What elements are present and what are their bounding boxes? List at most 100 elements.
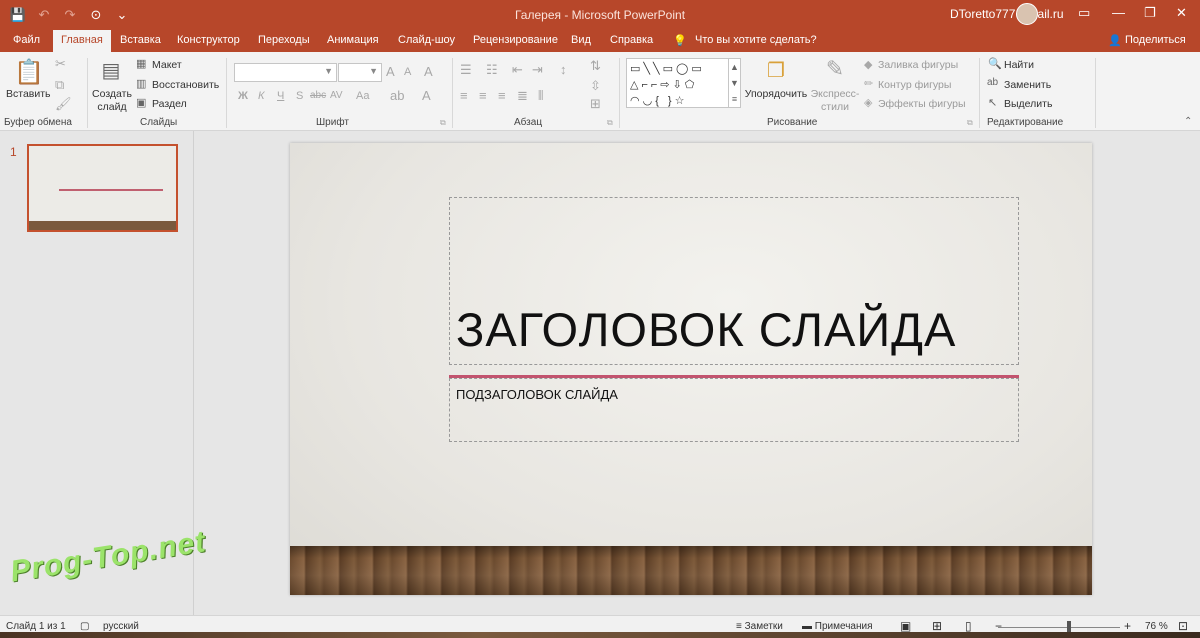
bold-icon[interactable]: Ж: [238, 90, 248, 102]
collapse-ribbon-icon[interactable]: ⌃: [1184, 116, 1192, 127]
subtitle-placeholder[interactable]: ПОДЗАГОЛОВОК СЛАЙДА: [449, 378, 1019, 442]
tab-file[interactable]: Файл: [13, 34, 40, 46]
tab-design[interactable]: Конструктор: [177, 34, 240, 46]
group-separator: [1095, 58, 1096, 128]
shapes-scroll-icon[interactable]: ▲ ▼ ≡: [728, 58, 741, 108]
language-indicator[interactable]: русский: [103, 621, 139, 632]
tab-home[interactable]: Главная: [53, 30, 111, 52]
line-spacing-icon[interactable]: ↕: [560, 62, 567, 77]
paste-icon[interactable]: 📋: [14, 58, 44, 87]
minimize-icon[interactable]: —: [1112, 5, 1125, 20]
drawing-dialog-launcher-icon[interactable]: ⧉: [967, 118, 973, 128]
change-case-icon[interactable]: Aa: [356, 90, 369, 102]
tab-insert[interactable]: Вставка: [120, 34, 161, 46]
close-icon[interactable]: ✕: [1176, 5, 1187, 21]
share-button[interactable]: Поделиться: [1125, 34, 1186, 46]
zoom-in-icon[interactable]: +: [1124, 619, 1131, 633]
font-name-combo[interactable]: ▼: [234, 63, 337, 82]
arrange-button[interactable]: Упорядочить: [744, 88, 808, 101]
shape-effects-button[interactable]: Эффекты фигуры: [878, 98, 966, 110]
shape-fill-button[interactable]: Заливка фигуры: [878, 59, 958, 71]
section-button[interactable]: Раздел: [152, 98, 187, 110]
avatar[interactable]: [1016, 3, 1038, 25]
shape-outline-button[interactable]: Контур фигуры: [878, 79, 951, 91]
justify-icon[interactable]: ≣: [517, 88, 528, 104]
title-placeholder[interactable]: ЗАГОЛОВОК СЛАЙДА: [449, 197, 1019, 365]
find-button[interactable]: Найти: [1004, 59, 1034, 71]
reset-button[interactable]: Восстановить: [152, 79, 219, 91]
paste-button[interactable]: Вставить: [6, 88, 51, 101]
slide-thumbnail[interactable]: [27, 144, 178, 232]
align-center-icon[interactable]: ≡: [479, 88, 487, 103]
tab-slideshow[interactable]: Слайд-шоу: [398, 34, 455, 46]
tab-animations[interactable]: Анимация: [327, 34, 379, 46]
tab-transitions[interactable]: Переходы: [258, 34, 310, 46]
slide-title[interactable]: ЗАГОЛОВОК СЛАЙДА: [456, 302, 956, 357]
replace-button[interactable]: Заменить: [1004, 79, 1051, 91]
text-direction-icon[interactable]: ⇅: [590, 58, 601, 74]
underline-icon[interactable]: Ч: [277, 90, 284, 102]
new-slide-icon[interactable]: ▤: [98, 58, 124, 83]
find-icon: 🔍: [988, 58, 1002, 70]
select-icon: ↖: [988, 97, 998, 109]
group-label-slides: Слайды: [140, 117, 178, 128]
tell-me-search[interactable]: Что вы хотите сделать?: [695, 34, 817, 46]
paragraph-dialog-launcher-icon[interactable]: ⧉: [607, 118, 613, 128]
group-label-clipboard: Буфер обмена: [4, 117, 72, 128]
tab-view[interactable]: Вид: [571, 34, 591, 46]
tab-review[interactable]: Рецензирование: [473, 34, 558, 46]
user-account[interactable]: DToretto777@mail.ru: [950, 7, 1064, 21]
shapes-gallery[interactable]: ▭╲╲▭◯▭ △⌐⌐⇨⇩⬠ ◠◡{ }☆: [626, 58, 741, 108]
reading-view-icon[interactable]: ▯: [965, 619, 972, 633]
align-text-icon[interactable]: ⇳: [590, 78, 601, 94]
group-separator: [87, 58, 88, 128]
title-bar: 💾 ↶ ↷ ⊙ ⌄ Галерея - Microsoft PowerPoint…: [0, 0, 1200, 30]
char-spacing-icon[interactable]: AV: [330, 90, 343, 101]
grow-font-icon[interactable]: A: [386, 64, 395, 79]
format-painter-icon[interactable]: 🖌: [55, 96, 72, 112]
normal-view-icon[interactable]: ▣: [900, 619, 911, 633]
increase-indent-icon[interactable]: ⇥: [532, 62, 543, 78]
strikethrough-icon[interactable]: abc: [310, 90, 326, 101]
quick-styles-icon[interactable]: ✎: [822, 56, 848, 82]
slide-canvas[interactable]: ЗАГОЛОВОК СЛАЙДА ПОДЗАГОЛОВОК СЛАЙДА: [290, 143, 1092, 595]
group-separator: [979, 58, 980, 128]
thumbnail-number: 1: [10, 145, 17, 159]
align-left-icon[interactable]: ≡: [460, 88, 468, 103]
new-slide-button[interactable]: Создать слайд: [90, 88, 134, 114]
zoom-out-icon[interactable]: −: [995, 619, 1002, 633]
align-right-icon[interactable]: ≡: [498, 88, 506, 103]
bullets-icon[interactable]: ☰: [460, 62, 472, 78]
slide-subtitle[interactable]: ПОДЗАГОЛОВОК СЛАЙДА: [456, 387, 618, 402]
decrease-indent-icon[interactable]: ⇤: [512, 62, 523, 78]
tab-help[interactable]: Справка: [610, 34, 653, 46]
font-size-combo[interactable]: ▼: [338, 63, 382, 82]
font-dialog-launcher-icon[interactable]: ⧉: [440, 118, 446, 128]
highlight-icon[interactable]: ab: [390, 88, 404, 103]
shadow-icon[interactable]: S: [296, 90, 303, 102]
arrange-icon[interactable]: ❐: [764, 58, 788, 83]
replace-icon: ab: [987, 77, 999, 88]
columns-icon[interactable]: ⫴: [538, 88, 543, 104]
comments-button[interactable]: ▬ Примечания: [802, 621, 873, 632]
clear-format-icon[interactable]: A: [424, 64, 433, 79]
select-button[interactable]: Выделить: [1004, 98, 1052, 110]
slide-sorter-icon[interactable]: ⊞: [932, 619, 942, 633]
copy-icon[interactable]: ⧉: [55, 77, 64, 93]
font-color-icon[interactable]: A: [422, 88, 431, 103]
notes-button[interactable]: ≡ Заметки: [736, 621, 783, 632]
numbering-icon[interactable]: ☷: [486, 62, 498, 78]
restore-icon[interactable]: ❐: [1144, 5, 1156, 21]
quick-styles-button[interactable]: Экспресс-стили: [810, 88, 860, 114]
zoom-slider-track[interactable]: [998, 627, 1120, 628]
desktop-strip: [0, 632, 1200, 638]
layout-button[interactable]: Макет: [152, 59, 182, 71]
fit-to-window-icon[interactable]: ⊡: [1178, 619, 1188, 633]
ribbon-display-icon[interactable]: ▭: [1078, 5, 1090, 21]
spelling-icon[interactable]: ▢: [80, 621, 89, 632]
shrink-font-icon[interactable]: A: [404, 66, 411, 78]
italic-icon[interactable]: К: [258, 90, 264, 102]
cut-icon[interactable]: ✂: [55, 56, 66, 72]
zoom-level[interactable]: 76 %: [1145, 621, 1168, 632]
smartart-icon[interactable]: ⊞: [590, 96, 601, 112]
